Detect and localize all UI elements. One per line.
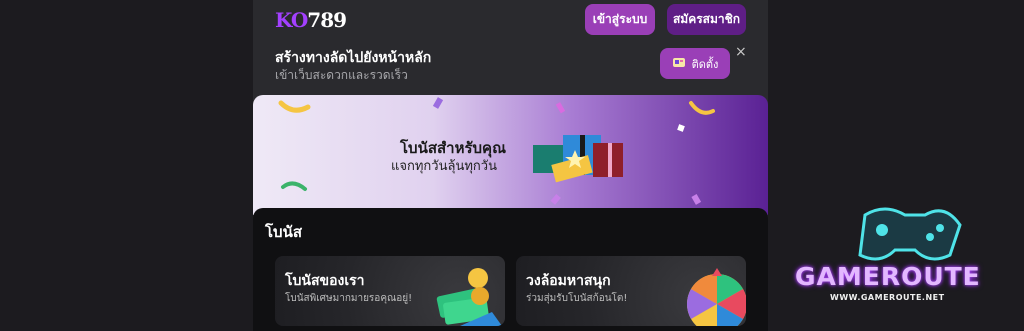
login-button[interactable]: เข้าสู่ระบบ	[585, 4, 655, 35]
banner-subtitle: แจกทุกวันลุ้นทุกวัน	[391, 159, 497, 174]
money-coins-icon	[436, 268, 502, 326]
prize-wheel-icon	[686, 268, 746, 326]
card-subtitle: โบนัสพิเศษมากมายรอคุณอยู่!	[285, 293, 413, 304]
install-icon	[672, 56, 686, 71]
watermark-name: GAMEROUTE	[795, 262, 981, 291]
bonus-card-our-bonus[interactable]: โบนัสของเรา โบนัสพิเศษมากมายรอคุณอยู่!	[275, 256, 505, 326]
card-title: วงล้อมหาสนุก	[526, 273, 611, 289]
card-subtitle: ร่วมสุ่มรับโบนัสก้อนโต!	[526, 293, 628, 304]
watermark-url: WWW.GAMEROUTE.NET	[830, 293, 945, 302]
bonus-card-lucky-wheel[interactable]: วงล้อมหาสนุก ร่วมสุ่มรับโบนัสก้อนโต!	[516, 256, 746, 326]
bonus-section-title: โบนัส	[265, 223, 302, 241]
install-button[interactable]: ติดตั้ง	[660, 48, 730, 79]
confetti-decoration	[278, 97, 715, 205]
close-icon[interactable]: ×	[735, 44, 747, 60]
register-button[interactable]: สมัครสมาชิก	[667, 4, 746, 35]
site-logo[interactable]: KO789	[275, 8, 347, 32]
card-title: โบนัสของเรา	[285, 273, 365, 289]
bonus-banner[interactable]	[253, 95, 768, 215]
install-prompt-subtitle: เข้าเว็บสะดวกและรวดเร็ว	[275, 68, 408, 82]
install-button-label: ติดตั้ง	[691, 57, 719, 71]
logo-wordmark: KO789	[275, 8, 347, 32]
